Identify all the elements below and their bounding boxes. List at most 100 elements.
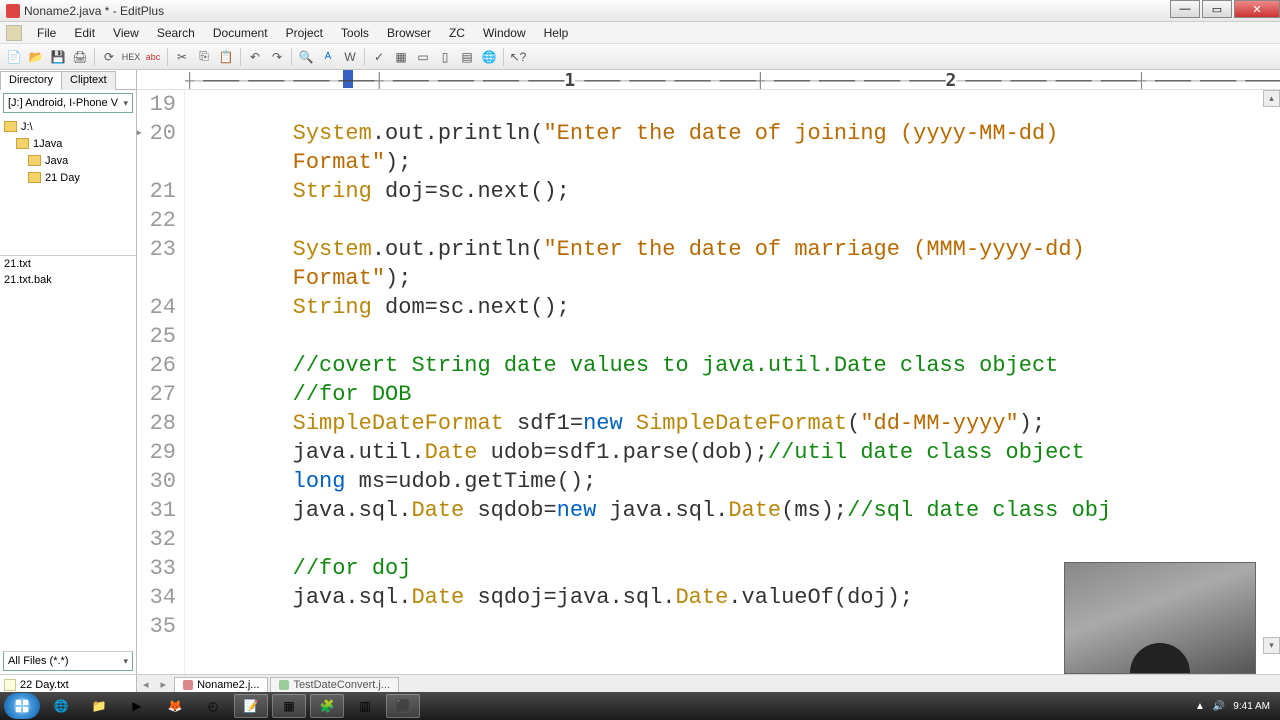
window-title: Noname2.java * - EditPlus <box>24 4 164 18</box>
side-file-tab[interactable]: 22 Day.txt <box>20 679 69 691</box>
directory-tree[interactable]: J:\ 1Java Java 21 Day <box>0 116 136 256</box>
file-item[interactable]: 21.txt <box>4 258 132 274</box>
open-file-icon[interactable]: 📂 <box>26 47 46 67</box>
menu-project[interactable]: Project <box>277 24 332 42</box>
taskbar-chrome-icon[interactable]: ◴ <box>196 694 230 718</box>
window2-icon[interactable]: ▯ <box>435 47 455 67</box>
start-button[interactable] <box>4 693 40 719</box>
menu-help[interactable]: Help <box>535 24 578 42</box>
separator <box>94 48 95 66</box>
webcam-overlay <box>1064 562 1256 674</box>
menu-view[interactable]: View <box>104 24 148 42</box>
file-list[interactable]: 21.txt 21.txt.bak <box>0 256 136 648</box>
tree-item-label[interactable]: 1Java <box>33 138 62 150</box>
undo-icon[interactable]: ↶ <box>245 47 265 67</box>
folder-icon <box>4 121 17 132</box>
tab-directory[interactable]: Directory <box>0 71 62 90</box>
taskbar-editplus-icon[interactable]: 📝 <box>234 694 268 718</box>
menu-tools[interactable]: Tools <box>332 24 378 42</box>
tab-next-icon[interactable]: ▸ <box>155 678 173 691</box>
separator <box>167 48 168 66</box>
separator <box>364 48 365 66</box>
pointer-icon[interactable]: ↖? <box>508 47 528 67</box>
tab-prev-icon[interactable]: ◂ <box>137 678 155 691</box>
tray-network-icon[interactable]: 🔊 <box>1213 701 1225 712</box>
copy-icon[interactable]: ⎘ <box>194 47 214 67</box>
menu-document[interactable]: Document <box>204 24 277 42</box>
menu-window[interactable]: Window <box>474 24 535 42</box>
file-icon <box>4 679 16 691</box>
save-icon[interactable]: 💾 <box>48 47 68 67</box>
file-item[interactable]: 21.txt.bak <box>4 274 132 290</box>
line-gutter: 1920212223242526272829303132333435 <box>137 90 185 674</box>
spell-icon[interactable]: abc <box>143 47 163 67</box>
new-file-icon[interactable]: 📄 <box>4 47 24 67</box>
chevron-down-icon: ▾ <box>123 98 128 109</box>
menu-zc[interactable]: ZC <box>440 24 474 42</box>
file-filter-label: All Files (*.*) <box>8 655 69 667</box>
drive-combo[interactable]: [J:] Android, I-Phone V ▾ <box>3 93 133 113</box>
reload-icon[interactable]: ⟳ <box>99 47 119 67</box>
document-tab[interactable]: TestDateConvert.j... <box>270 677 399 693</box>
replace-icon[interactable]: A <box>318 47 338 67</box>
window1-icon[interactable]: ▭ <box>413 47 433 67</box>
taskbar-ie-icon[interactable]: 🌐 <box>44 694 78 718</box>
document-tab-active[interactable]: Noname2.j... <box>174 677 268 693</box>
ruler-scale: ┼────────────────────┼──────────────────… <box>185 70 1280 90</box>
file-filter-combo[interactable]: All Files (*.*) ▾ <box>3 651 133 671</box>
scroll-down-icon[interactable]: ▾ <box>1263 637 1280 654</box>
document-tab-label: TestDateConvert.j... <box>293 679 390 691</box>
menu-edit[interactable]: Edit <box>65 24 104 42</box>
menu-browser[interactable]: Browser <box>378 24 440 42</box>
redo-icon[interactable]: ↷ <box>267 47 287 67</box>
folder-icon <box>28 155 41 166</box>
find-icon[interactable]: 🔍 <box>296 47 316 67</box>
app-icon <box>6 4 20 18</box>
columns-icon[interactable]: ▦ <box>391 47 411 67</box>
document-tab-label: Noname2.j... <box>197 679 259 691</box>
scroll-up-icon[interactable]: ▴ <box>1263 90 1280 107</box>
folder-icon <box>28 172 41 183</box>
taskbar-explorer-icon[interactable]: 📁 <box>82 694 116 718</box>
menu-file[interactable]: File <box>28 24 65 42</box>
windows-logo-icon <box>13 697 31 715</box>
menu-search[interactable]: Search <box>148 24 204 42</box>
browser-icon[interactable]: 🌐 <box>479 47 499 67</box>
tree-item-label[interactable]: 21 Day <box>45 172 80 184</box>
modified-icon <box>183 680 193 690</box>
document-tabs: 22 Day.txt ◂ ▸ Noname2.j... TestDateConv… <box>0 674 1280 694</box>
system-tray[interactable]: ▲ 🔊 9:41 AM <box>1195 701 1276 712</box>
close-button[interactable]: ✕ <box>1234 0 1280 18</box>
taskbar-cmd-icon[interactable]: ⬛ <box>386 694 420 718</box>
ruler: ┼────────────────────┼──────────────────… <box>137 70 1280 90</box>
tray-time: 9:41 AM <box>1233 701 1270 712</box>
taskbar-app3-icon[interactable]: ▥ <box>348 694 382 718</box>
title-bar: Noname2.java * - EditPlus — ▭ ✕ <box>0 0 1280 22</box>
sidebar: Directory Cliptext [J:] Android, I-Phone… <box>0 70 137 674</box>
taskbar-app2-icon[interactable]: 🧩 <box>310 694 344 718</box>
tab-cliptext[interactable]: Cliptext <box>61 71 116 90</box>
paste-icon[interactable]: 📋 <box>216 47 236 67</box>
separator <box>240 48 241 66</box>
folder-icon <box>16 138 29 149</box>
tray-flag-icon[interactable]: ▲ <box>1195 701 1205 712</box>
print-icon[interactable]: 🖨 <box>70 47 90 67</box>
bookmark-icon[interactable]: ✓ <box>369 47 389 67</box>
minimize-button[interactable]: — <box>1170 0 1200 18</box>
separator <box>291 48 292 66</box>
maximize-button[interactable]: ▭ <box>1202 0 1232 18</box>
app-menu-icon <box>6 25 22 41</box>
taskbar-firefox-icon[interactable]: 🦊 <box>158 694 192 718</box>
separator <box>503 48 504 66</box>
cut-icon[interactable]: ✂ <box>172 47 192 67</box>
window3-icon[interactable]: ▤ <box>457 47 477 67</box>
hex-icon[interactable]: HEX <box>121 47 141 67</box>
word-wrap-icon[interactable]: W <box>340 47 360 67</box>
taskbar-app-icon[interactable]: ▦ <box>272 694 306 718</box>
menu-bar: File Edit View Search Document Project T… <box>0 22 1280 44</box>
toolbar: 📄 📂 💾 🖨 ⟳ HEX abc ✂ ⎘ 📋 ↶ ↷ 🔍 A W ✓ ▦ ▭ … <box>0 44 1280 70</box>
sidebar-tabs: Directory Cliptext <box>0 70 136 90</box>
tree-item-label[interactable]: Java <box>45 155 68 167</box>
tree-item-label[interactable]: J:\ <box>21 121 33 133</box>
taskbar-media-icon[interactable]: ▶ <box>120 694 154 718</box>
